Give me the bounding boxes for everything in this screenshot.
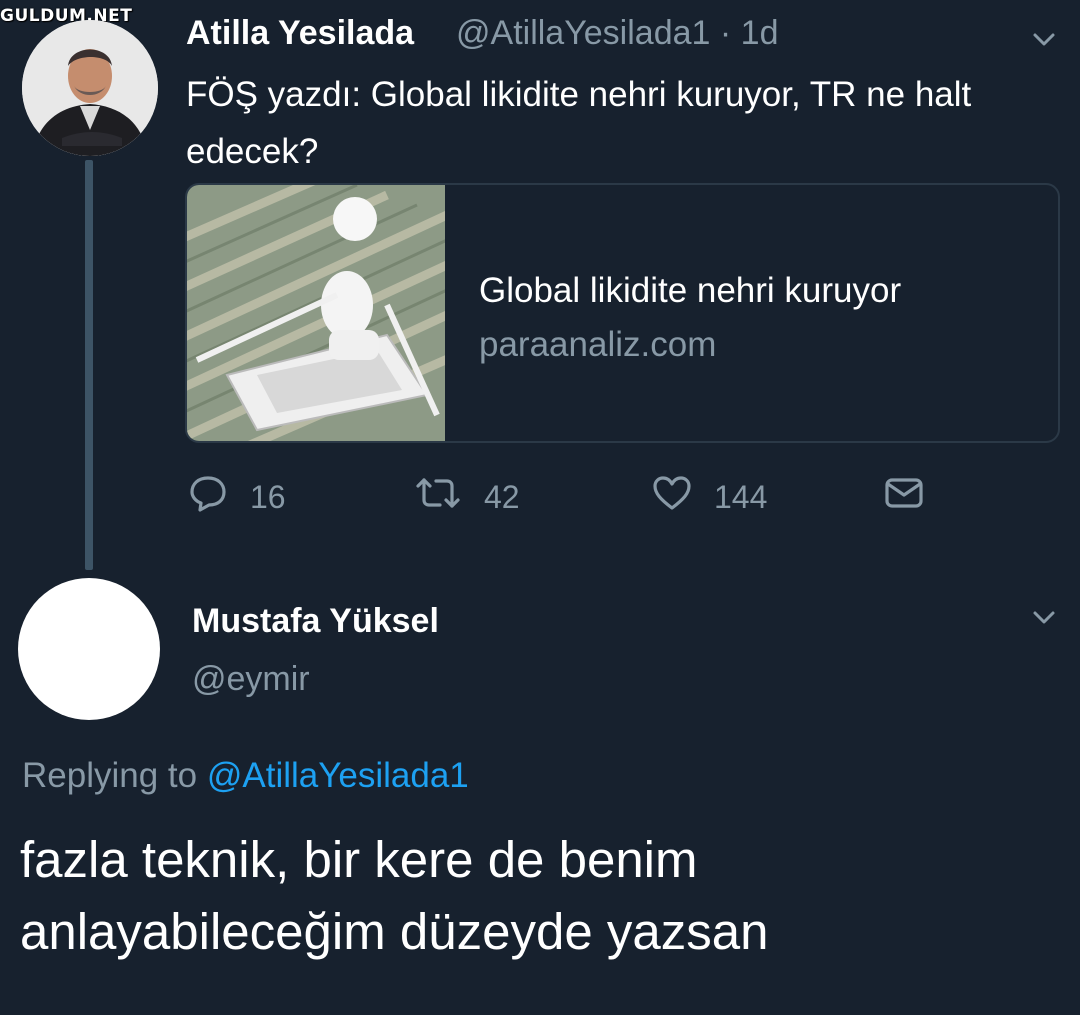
tweet-time[interactable]: 1d xyxy=(741,14,779,52)
retweet-count: 42 xyxy=(484,478,520,515)
author-handle[interactable]: @AtillaYesilada1 xyxy=(456,14,710,52)
replying-prefix: Replying to xyxy=(22,756,198,795)
thread-line xyxy=(85,160,93,570)
chevron-down-icon[interactable] xyxy=(1031,604,1057,630)
reply-author-handle[interactable]: @eymir xyxy=(192,660,310,699)
replying-to-line: Replying to @AtillaYesilada1 xyxy=(22,756,469,796)
retweet-action[interactable]: 42 xyxy=(414,476,520,518)
reply-author-name[interactable]: Mustafa Yüksel xyxy=(192,602,439,641)
reply-count: 16 xyxy=(250,478,286,515)
replying-to-mention[interactable]: @AtillaYesilada1 xyxy=(207,756,469,795)
card-title[interactable]: Global likidite nehri kuruyor xyxy=(479,271,901,311)
card-image xyxy=(187,185,459,441)
author-avatar[interactable] xyxy=(22,20,158,156)
author-handle-time: @AtillaYesilada1 · 1d xyxy=(456,14,778,53)
card-domain: paraanaliz.com xyxy=(479,325,717,364)
envelope-icon[interactable] xyxy=(884,476,924,518)
reply-icon[interactable] xyxy=(188,474,228,520)
time-separator: · xyxy=(719,14,741,52)
tweet-text: FÖŞ yazdı: Global likidite nehri kuruyor… xyxy=(186,75,972,171)
heart-icon[interactable] xyxy=(652,475,692,519)
like-count: 144 xyxy=(714,478,768,515)
chevron-down-icon[interactable] xyxy=(1031,26,1057,52)
dm-action[interactable] xyxy=(884,476,924,518)
reply-text: fazla teknik, bir kere de benim anlayabi… xyxy=(20,831,769,960)
author-name[interactable]: Atilla Yesilada xyxy=(186,14,414,53)
link-card[interactable]: Global likidite nehri kuruyor paraanaliz… xyxy=(185,183,1060,443)
reply-author-avatar[interactable] xyxy=(18,578,160,720)
reply-action[interactable]: 16 xyxy=(188,476,286,518)
author-photo xyxy=(22,20,158,156)
like-action[interactable]: 144 xyxy=(652,476,767,518)
retweet-icon[interactable] xyxy=(414,476,462,518)
